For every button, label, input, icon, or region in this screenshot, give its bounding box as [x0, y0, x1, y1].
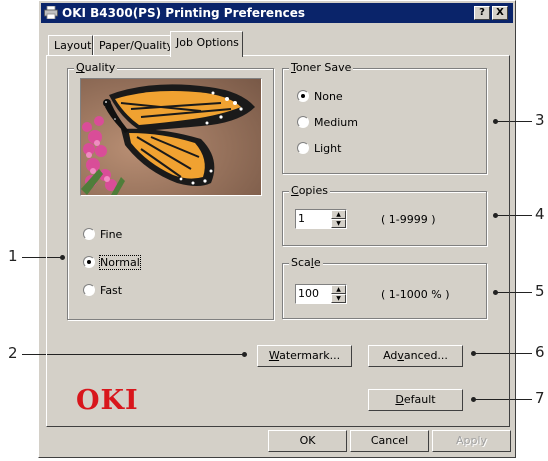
callout-3: 3: [535, 111, 545, 129]
apply-button[interactable]: Apply: [432, 430, 511, 452]
butterfly-image: [81, 79, 261, 195]
radio-circle-selected: [83, 256, 95, 268]
watermark-rest: atermark...: [279, 349, 341, 362]
advanced-tail: anced...: [403, 349, 448, 362]
title-bar[interactable]: OKI B4300(PS) Printing Preferences ? X: [41, 3, 513, 23]
close-button[interactable]: X: [492, 6, 508, 20]
quality-fine-label: Fine: [100, 228, 123, 241]
spin-down-icon[interactable]: ▼: [331, 219, 346, 228]
spin-up-icon[interactable]: ▲: [331, 285, 346, 294]
default-rest: efault: [403, 393, 436, 406]
radio-circle: [83, 284, 95, 296]
window-title: OKI B4300(PS) Printing Preferences: [62, 6, 306, 20]
copies-spin-arrows: ▲ ▼: [331, 210, 346, 228]
scale-legend-head: Sca: [291, 256, 311, 269]
toner-light-label: Light: [314, 142, 342, 155]
toner-save-legend-rest: oner Save: [295, 61, 352, 74]
toner-medium-radio[interactable]: Medium: [297, 116, 367, 130]
toner-none-label: None: [314, 90, 343, 103]
cancel-button[interactable]: Cancel: [350, 430, 429, 452]
copies-value: 1: [298, 212, 305, 225]
quality-fast-label: Fast: [100, 284, 123, 297]
ok-button[interactable]: OK: [268, 430, 347, 452]
spin-up-icon[interactable]: ▲: [331, 210, 346, 219]
copies-range: ( 1-9999 ): [381, 213, 436, 226]
toner-none-radio[interactable]: None: [297, 90, 367, 104]
quality-legend: Quality: [74, 61, 118, 74]
tab-layout[interactable]: Layout: [48, 35, 93, 55]
quality-normal-radio[interactable]: Normal: [83, 255, 143, 270]
default-button-label: Default: [395, 393, 436, 406]
tab-job-options[interactable]: Job Options: [170, 31, 243, 57]
scale-spinbox[interactable]: 100 ▲ ▼: [295, 284, 347, 304]
scale-legend: Scale: [289, 256, 323, 269]
toner-light-radio[interactable]: Light: [297, 142, 367, 156]
spin-down-icon[interactable]: ▼: [331, 294, 346, 303]
default-button[interactable]: Default: [368, 389, 463, 411]
radio-circle: [83, 228, 95, 240]
tab-paper-quality-label: Paper/Quality: [99, 39, 174, 52]
tab-layout-label: Layout: [54, 39, 92, 52]
scale-value: 100: [298, 287, 319, 300]
radio-circle-selected: [297, 90, 309, 102]
watermark-button-label: Watermark...: [268, 349, 341, 362]
scale-range: ( 1-1000 % ): [381, 288, 450, 301]
quality-legend-rest: uality: [84, 61, 116, 74]
toner-medium-label: Medium: [314, 116, 358, 129]
callout-7: 7: [535, 389, 545, 407]
advanced-button[interactable]: Advanced...: [368, 345, 463, 367]
quality-preview-image: [80, 78, 262, 196]
help-button[interactable]: ?: [474, 6, 490, 20]
tab-paper-quality[interactable]: Paper/Quality: [93, 35, 174, 55]
callout-1: 1: [8, 247, 18, 265]
radio-circle: [297, 116, 309, 128]
callout-5: 5: [535, 282, 545, 300]
oki-logo: OKI: [76, 385, 139, 416]
scale-legend-tail: e: [313, 256, 321, 269]
printer-icon: [44, 6, 58, 19]
quality-fast-radio[interactable]: Fast: [83, 284, 143, 298]
advanced-button-label: Advanced...: [383, 349, 448, 362]
callout-6: 6: [535, 343, 545, 361]
quality-normal-label: Normal: [99, 255, 141, 270]
quality-fine-radio[interactable]: Fine: [83, 228, 143, 242]
advanced-head: Ad: [383, 349, 398, 362]
callout-2: 2: [8, 344, 18, 362]
callout-4: 4: [535, 205, 545, 223]
tab-job-options-label: Job Options: [176, 36, 239, 49]
copies-legend: Copies: [289, 184, 330, 197]
radio-circle: [297, 142, 309, 154]
copies-spinbox[interactable]: 1 ▲ ▼: [295, 209, 347, 229]
copies-legend-rest: opies: [298, 184, 328, 197]
scale-spin-arrows: ▲ ▼: [331, 285, 346, 303]
watermark-button[interactable]: Watermark...: [257, 345, 352, 367]
toner-save-legend: Toner Save: [289, 61, 354, 74]
